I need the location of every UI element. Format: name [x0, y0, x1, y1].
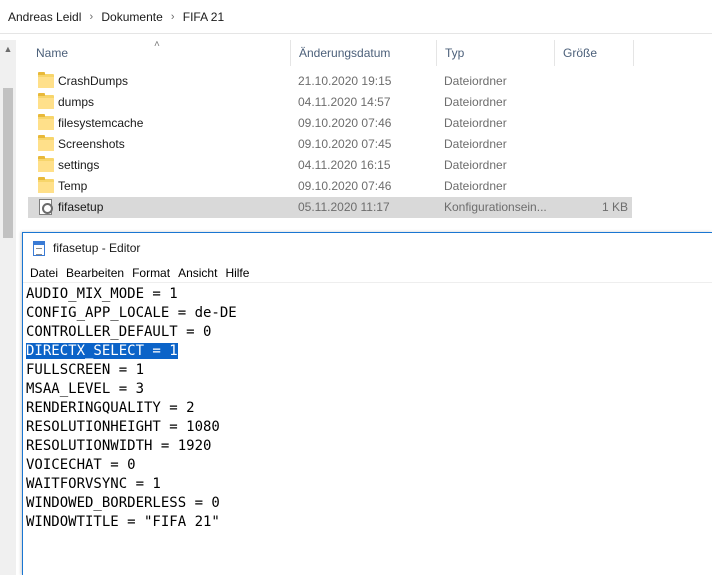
file-size: 1 KB [601, 200, 628, 214]
text-line: FULLSCREEN = 1 [26, 362, 145, 378]
file-type: Dateiordner [444, 137, 507, 151]
breadcrumb-item[interactable]: Dokumente [99, 10, 164, 24]
file-row[interactable]: Temp 09.10.2020 07:46 Dateiordner [28, 176, 632, 197]
file-type: Konfigurationsein... [444, 200, 547, 214]
folder-icon [38, 177, 54, 193]
file-date: 09.10.2020 07:46 [298, 179, 392, 193]
file-date: 04.11.2020 14:57 [298, 95, 391, 109]
scroll-up-arrow-icon[interactable]: ▲ [2, 44, 14, 54]
folder-icon [38, 93, 54, 109]
text-line-selected: DIRECTX_SELECT = 1 [26, 343, 178, 359]
menu-ansicht[interactable]: Ansicht [177, 266, 223, 280]
file-list: CrashDumps 21.10.2020 19:15 Dateiordner … [28, 71, 632, 218]
menu-bar: Datei Bearbeiten Format Ansicht Hilfe [23, 263, 712, 283]
column-header-size[interactable]: Größe [554, 40, 634, 66]
file-name: settings [58, 158, 100, 172]
file-row[interactable]: dumps 04.11.2020 14:57 Dateiordner [28, 92, 632, 113]
file-row-selected[interactable]: fifasetup 05.11.2020 11:17 Konfiguration… [28, 197, 632, 218]
file-type: Dateiordner [444, 116, 507, 130]
text-line: WINDOWTITLE = "FIFA 21" [26, 514, 220, 530]
notepad-icon [33, 240, 45, 256]
text-line: WINDOWED_BORDERLESS = 0 [26, 495, 220, 511]
menu-datei[interactable]: Datei [29, 266, 64, 280]
folder-icon [38, 72, 54, 88]
text-line: RESOLUTIONHEIGHT = 1080 [26, 419, 220, 435]
window-title: fifasetup - Editor [53, 241, 141, 255]
file-name: dumps [58, 95, 95, 109]
text-line: RESOLUTIONWIDTH = 1920 [26, 438, 212, 454]
text-line: CONFIG_APP_LOCALE = de-DE [26, 305, 237, 321]
chevron-right-icon[interactable]: › [165, 11, 181, 23]
notepad-title-bar[interactable]: fifasetup - Editor [23, 233, 712, 263]
file-type: Dateiordner [444, 179, 507, 193]
file-date: 05.11.2020 11:17 [298, 200, 390, 214]
file-date: 04.11.2020 16:15 [298, 158, 391, 172]
file-date: 21.10.2020 19:15 [298, 74, 392, 88]
file-row[interactable]: filesystemcache 09.10.2020 07:46 Dateior… [28, 113, 632, 134]
file-date: 09.10.2020 07:45 [298, 137, 392, 151]
chevron-right-icon[interactable]: › [83, 11, 99, 23]
folder-icon [38, 114, 54, 130]
file-type: Dateiordner [444, 74, 507, 88]
file-row[interactable]: CrashDumps 21.10.2020 19:15 Dateiordner [28, 71, 632, 92]
column-header-date[interactable]: Änderungsdatum [290, 40, 436, 66]
column-headers: ˄ Name Änderungsdatum Typ Größe [28, 39, 712, 66]
text-line: VOICECHAT = 0 [26, 457, 136, 473]
file-row[interactable]: settings 04.11.2020 16:15 Dateiordner [28, 155, 632, 176]
text-line: AUDIO_MIX_MODE = 1 [26, 286, 178, 302]
file-name: Screenshots [58, 137, 125, 151]
file-name: Temp [58, 179, 88, 193]
text-editor-area[interactable]: AUDIO_MIX_MODE = 1 CONFIG_APP_LOCALE = d… [26, 285, 712, 575]
file-name: filesystemcache [58, 116, 144, 130]
sort-up-icon: ˄ [154, 39, 160, 50]
menu-bearbeiten[interactable]: Bearbeiten [65, 266, 130, 280]
breadcrumb: Andreas Leidl › Dokumente › FIFA 21 [0, 0, 712, 34]
file-type: Dateiordner [444, 95, 507, 109]
column-header-name[interactable]: ˄ Name [28, 39, 290, 66]
text-line: CONTROLLER_DEFAULT = 0 [26, 324, 212, 340]
notepad-window: fifasetup - Editor Datei Bearbeiten Form… [22, 232, 712, 575]
file-date: 09.10.2020 07:46 [298, 116, 392, 130]
file-name: fifasetup [58, 200, 104, 214]
file-type: Dateiordner [444, 158, 507, 172]
menu-hilfe[interactable]: Hilfe [224, 266, 255, 280]
navigation-scrollbar[interactable]: ▲ [0, 40, 16, 575]
text-line: RENDERINGQUALITY = 2 [26, 400, 195, 416]
folder-icon [38, 156, 54, 172]
menu-format[interactable]: Format [131, 266, 176, 280]
breadcrumb-item[interactable]: FIFA 21 [181, 10, 226, 24]
text-line: MSAA_LEVEL = 3 [26, 381, 145, 397]
scrollbar-thumb[interactable] [3, 88, 13, 238]
folder-icon [38, 135, 54, 151]
config-file-icon [39, 199, 53, 215]
file-name: CrashDumps [58, 74, 129, 88]
column-header-type[interactable]: Typ [436, 40, 554, 66]
breadcrumb-item[interactable]: Andreas Leidl [6, 10, 83, 24]
text-line: WAITFORVSYNC = 1 [26, 476, 161, 492]
file-row[interactable]: Screenshots 09.10.2020 07:45 Dateiordner [28, 134, 632, 155]
